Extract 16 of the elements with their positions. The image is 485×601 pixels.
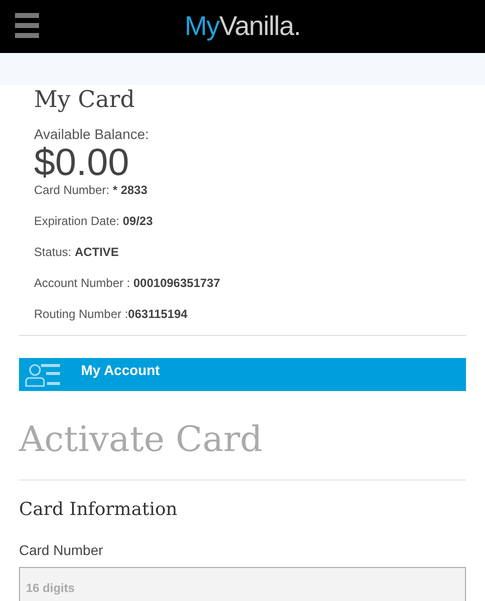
- card-detail: Routing Number :063115194: [34, 306, 188, 323]
- card-detail: Status: ACTIVE: [34, 244, 120, 261]
- menu-icon[interactable]: [15, 13, 39, 38]
- section-heading: Card Information: [19, 498, 178, 522]
- activate-title: Activate Card: [19, 419, 264, 462]
- logo[interactable]: MyVanilla.: [184, 13, 300, 40]
- field-label: Card Number: [19, 541, 104, 560]
- card-detail: Card Number: * 2833: [34, 182, 148, 199]
- my-account-label: My Account: [81, 361, 160, 380]
- card-detail: Account Number : 0001096351737: [34, 275, 222, 292]
- card-number-field[interactable]: 16 digits: [19, 567, 466, 601]
- balance-label: Available Balance:: [34, 125, 150, 144]
- card-detail: Expiration Date: 09/23: [34, 213, 154, 230]
- balance-amount: $0.00: [34, 145, 130, 181]
- card-title: My Card: [34, 87, 136, 113]
- account-icon: [25, 363, 61, 387]
